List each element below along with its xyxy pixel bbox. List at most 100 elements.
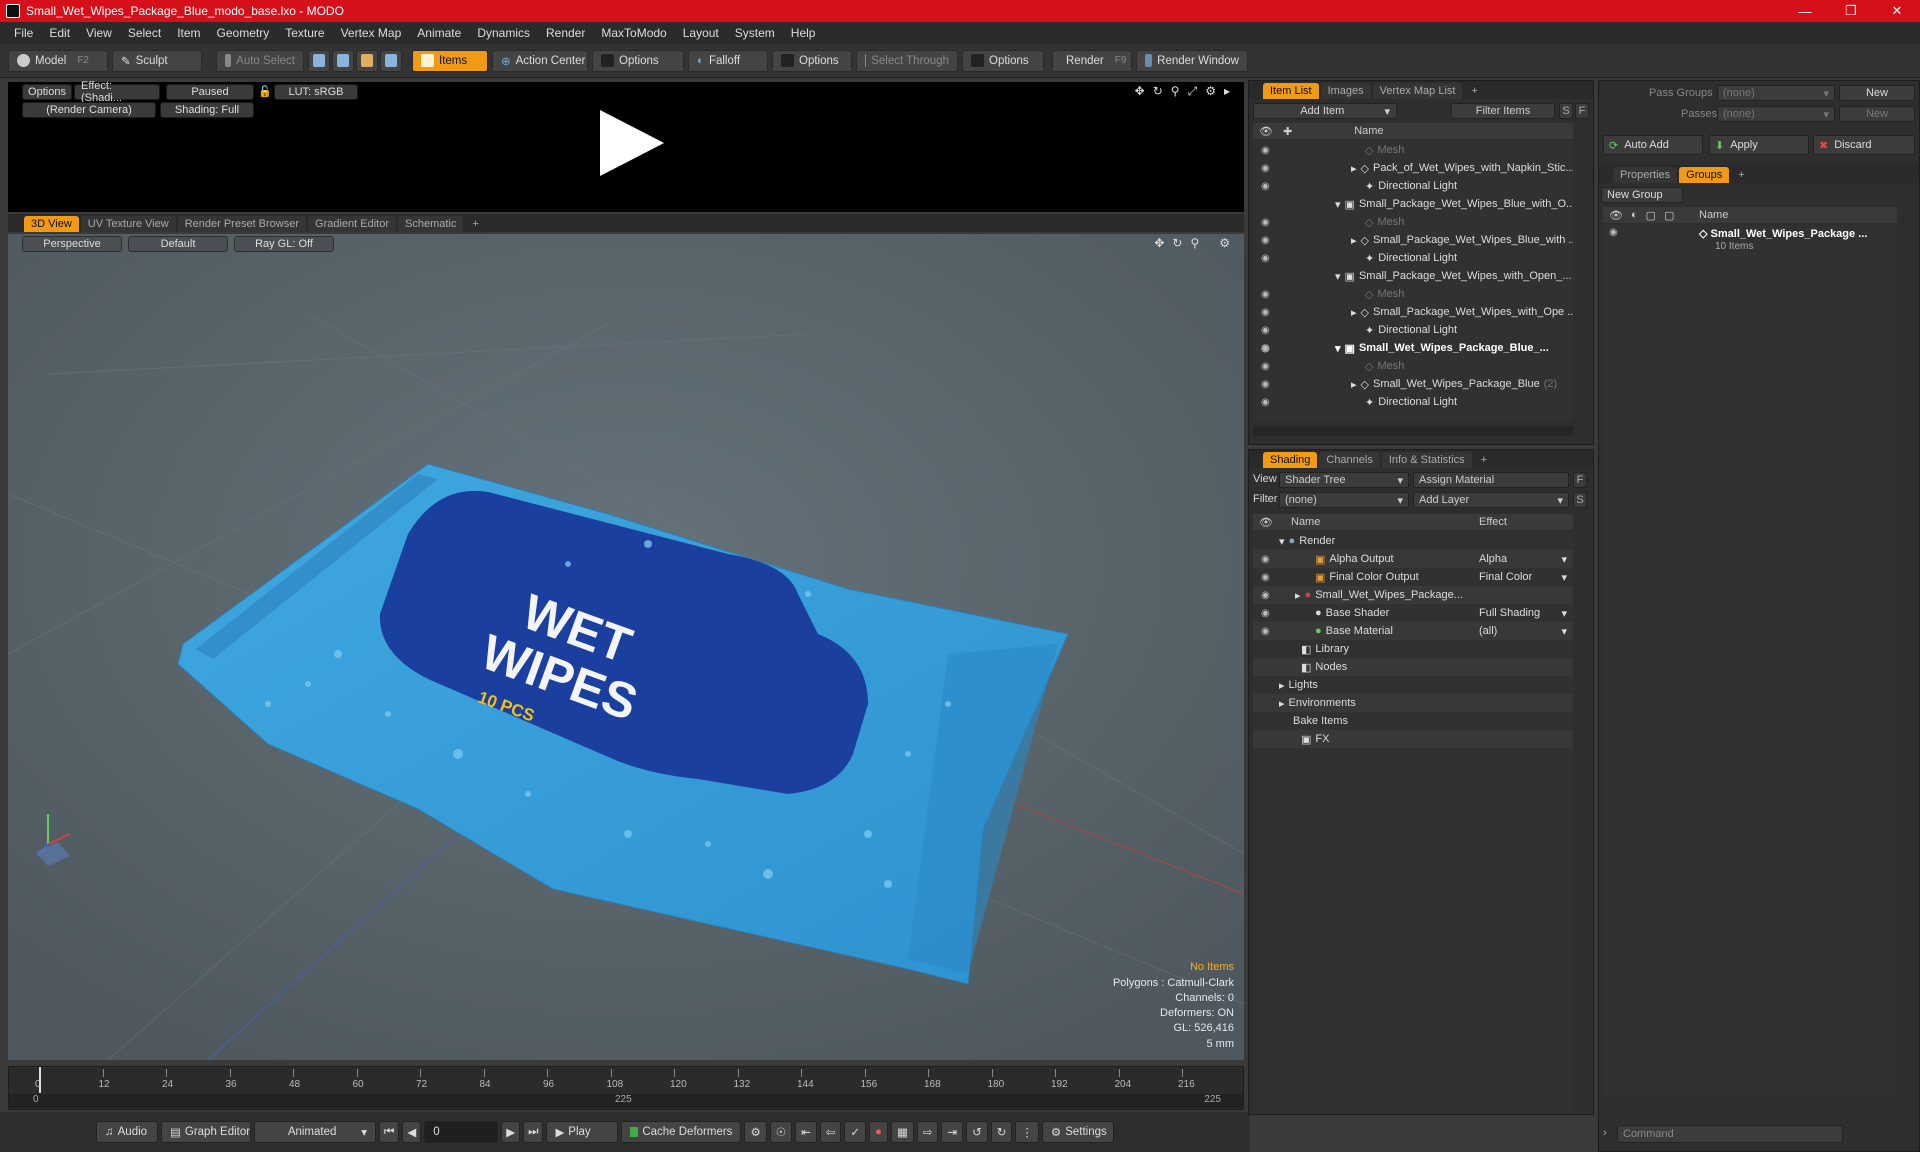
chevron-down-icon[interactable]: ▾ (1561, 607, 1567, 620)
sculpt-mode-button[interactable]: ✎ Sculpt (112, 49, 202, 72)
shader-row[interactable]: ◉ ● Base Material (all) ▾ (1253, 622, 1573, 640)
gear-icon[interactable]: ⚙ (1219, 236, 1230, 250)
key-icon[interactable]: ⚙ (744, 1121, 767, 1143)
filter-f-button[interactable]: F (1575, 103, 1589, 119)
raygl-dropdown[interactable]: Ray GL: Off (234, 236, 334, 252)
timeline-cursor[interactable] (39, 1067, 41, 1093)
tab-info-statistics[interactable]: Info & Statistics (1381, 452, 1472, 468)
close-icon[interactable]: ✕ (1874, 3, 1920, 19)
shader-row[interactable]: ◉ ▣ Alpha Output Alpha ▾ (1253, 550, 1573, 568)
shading-dropdown[interactable]: Shading: Full (160, 102, 254, 118)
prev-keyframe-icon[interactable]: ⇤ (795, 1121, 817, 1143)
cache-deformers-button[interactable]: Cache Deformers (621, 1121, 742, 1143)
shader-row[interactable]: ◧ Nodes (1253, 658, 1573, 676)
frame-field[interactable]: 0 (424, 1121, 499, 1143)
expand-icon[interactable]: ▸ (1295, 589, 1301, 602)
eye-icon[interactable]: ◉ (1261, 145, 1273, 156)
eye-icon[interactable]: ◉ (1261, 397, 1273, 408)
collapse-icon[interactable]: ▾ (1335, 198, 1341, 211)
expand-icon[interactable]: ▸ (1279, 679, 1285, 692)
tab-groups[interactable]: Groups (1679, 167, 1730, 183)
eye-icon[interactable]: ◉ (1261, 217, 1273, 228)
lut-dropdown[interactable]: LUT: sRGB (274, 84, 358, 100)
select-through-options-button[interactable]: Options (962, 49, 1044, 72)
shader-row[interactable]: ◉ ▣ Final Color Output Final Color ▾ (1253, 568, 1573, 586)
action-center-button[interactable]: ⊕ Action Center (492, 49, 588, 72)
eye-icon[interactable]: ◉ (1261, 379, 1273, 390)
select-through-button[interactable]: Select Through (856, 49, 958, 72)
menu-vertex-map[interactable]: Vertex Map (333, 26, 410, 40)
play-icon[interactable] (600, 110, 664, 176)
chevron-down-icon[interactable]: ▾ (1561, 571, 1567, 584)
shader-row[interactable]: Bake Items (1253, 712, 1573, 730)
new-pass-group-button[interactable]: New (1839, 85, 1915, 101)
item-row-selected[interactable]: ◉ ▾ ▣ Small_Wet_Wipes_Package_Blue_... (1253, 339, 1573, 357)
tab-uv-texture-view[interactable]: UV Texture View (80, 216, 176, 232)
collapse-icon[interactable]: ▾ (1335, 270, 1341, 283)
settings-button[interactable]: ⚙ Settings (1041, 1121, 1114, 1143)
item-row[interactable]: ◉ ✦ Directional Light (1253, 177, 1573, 195)
apply-button[interactable]: ⬇ Apply (1709, 135, 1809, 155)
render-camera-dropdown[interactable]: (Render Camera) (22, 102, 156, 118)
expand-icon[interactable]: ▸ (1351, 378, 1357, 391)
materials-mode-button[interactable] (380, 49, 402, 72)
restore-icon[interactable]: ❐ (1828, 3, 1874, 19)
chevron-down-icon[interactable]: ▾ (1561, 553, 1567, 566)
item-row[interactable]: ◉ ▸ ◇ Pack_of_Wet_Wipes_with_Napkin_Stic... (1253, 159, 1573, 177)
filter-items-field[interactable]: Filter Items (1451, 103, 1555, 119)
record-icon[interactable]: ● (868, 1121, 888, 1143)
add-tab-button[interactable]: + (1731, 167, 1751, 183)
expand-icon[interactable]: ▸ (1351, 162, 1357, 175)
item-row[interactable]: ◉ ✦ Directional Light (1253, 321, 1573, 339)
expand-icon[interactable]: ▸ (1351, 234, 1357, 247)
add-layer-dropdown[interactable]: Add Layer ▾ (1413, 492, 1569, 508)
menu-dynamics[interactable]: Dynamics (469, 26, 538, 40)
eye-icon[interactable]: ◉ (1261, 289, 1273, 300)
chevron-down-icon[interactable]: ▾ (1561, 625, 1567, 638)
eye-icon[interactable]: ◉ (1261, 590, 1273, 601)
pass-groups-dropdown[interactable]: (none) ▾ (1717, 85, 1835, 101)
new-group-button[interactable]: New Group (1601, 187, 1683, 203)
menu-view[interactable]: View (78, 26, 120, 40)
eye-icon[interactable]: ◉ (1261, 163, 1273, 174)
menu-item[interactable]: Item (169, 26, 208, 40)
eye-icon[interactable]: ◉ (1261, 361, 1273, 372)
shader-row[interactable]: ▣ FX (1253, 730, 1573, 748)
vertices-mode-button[interactable] (308, 49, 330, 72)
tab-item-list[interactable]: Item List (1263, 83, 1319, 99)
menu-geometry[interactable]: Geometry (209, 26, 278, 40)
shading-f-button[interactable]: F (1573, 472, 1587, 488)
expand-icon[interactable]: ▸ (1351, 306, 1357, 319)
tab-vertex-map-list[interactable]: Vertex Map List (1372, 83, 1463, 99)
tab-shading[interactable]: Shading (1263, 452, 1318, 468)
loop-icon[interactable]: ↺ (966, 1121, 988, 1143)
filter-s-button[interactable]: S (1559, 103, 1573, 119)
item-list-scrollbar[interactable] (1253, 426, 1573, 436)
rotate-icon[interactable]: ↻ (1153, 84, 1163, 99)
3d-viewport[interactable]: WET WIPES 10 PCS Perspective Default Ray… (8, 234, 1244, 1060)
view-dropdown[interactable]: Shader Tree ▾ (1279, 472, 1409, 488)
gear-icon[interactable]: ⚙ (1205, 84, 1216, 99)
eye-icon[interactable]: ◉ (1261, 626, 1273, 637)
menu-edit[interactable]: Edit (41, 26, 78, 40)
perspective-dropdown[interactable]: Perspective (22, 236, 122, 252)
add-item-dropdown[interactable]: Add Item ▾ (1253, 103, 1397, 119)
item-row[interactable]: ◉ ▸ ◇ Small_Package_Wet_Wipes_Blue_with ... (1253, 231, 1573, 249)
falloff-button[interactable]: ◐ Falloff (688, 49, 768, 72)
add-tab-button[interactable]: + (465, 216, 485, 232)
menu-system[interactable]: System (727, 26, 783, 40)
move-icon[interactable]: ✥ (1154, 236, 1164, 250)
item-row[interactable]: ▾ ▣ Small_Package_Wet_Wipes_with_Open_... (1253, 267, 1573, 285)
eye-icon[interactable]: ◉ (1261, 253, 1273, 264)
first-frame-button[interactable]: ⏮ (379, 1121, 400, 1143)
zoom-icon[interactable]: ⚲ (1171, 84, 1180, 99)
menu-animate[interactable]: Animate (409, 26, 469, 40)
animated-dropdown[interactable]: Animated ▾ (254, 1121, 376, 1143)
polygons-mode-button[interactable] (356, 49, 378, 72)
play-button[interactable]: ▶ Play (546, 1121, 619, 1143)
edges-mode-button[interactable] (332, 49, 354, 72)
tab-images[interactable]: Images (1320, 83, 1371, 99)
item-row[interactable]: ◉ ▸ ◇ Small_Wet_Wipes_Package_Blue (2) (1253, 375, 1573, 393)
prev-keyframe2-icon[interactable]: ⇦ (819, 1121, 842, 1143)
group-row[interactable]: ◇ Small_Wet_Wipes_Package ... (1699, 227, 1867, 240)
